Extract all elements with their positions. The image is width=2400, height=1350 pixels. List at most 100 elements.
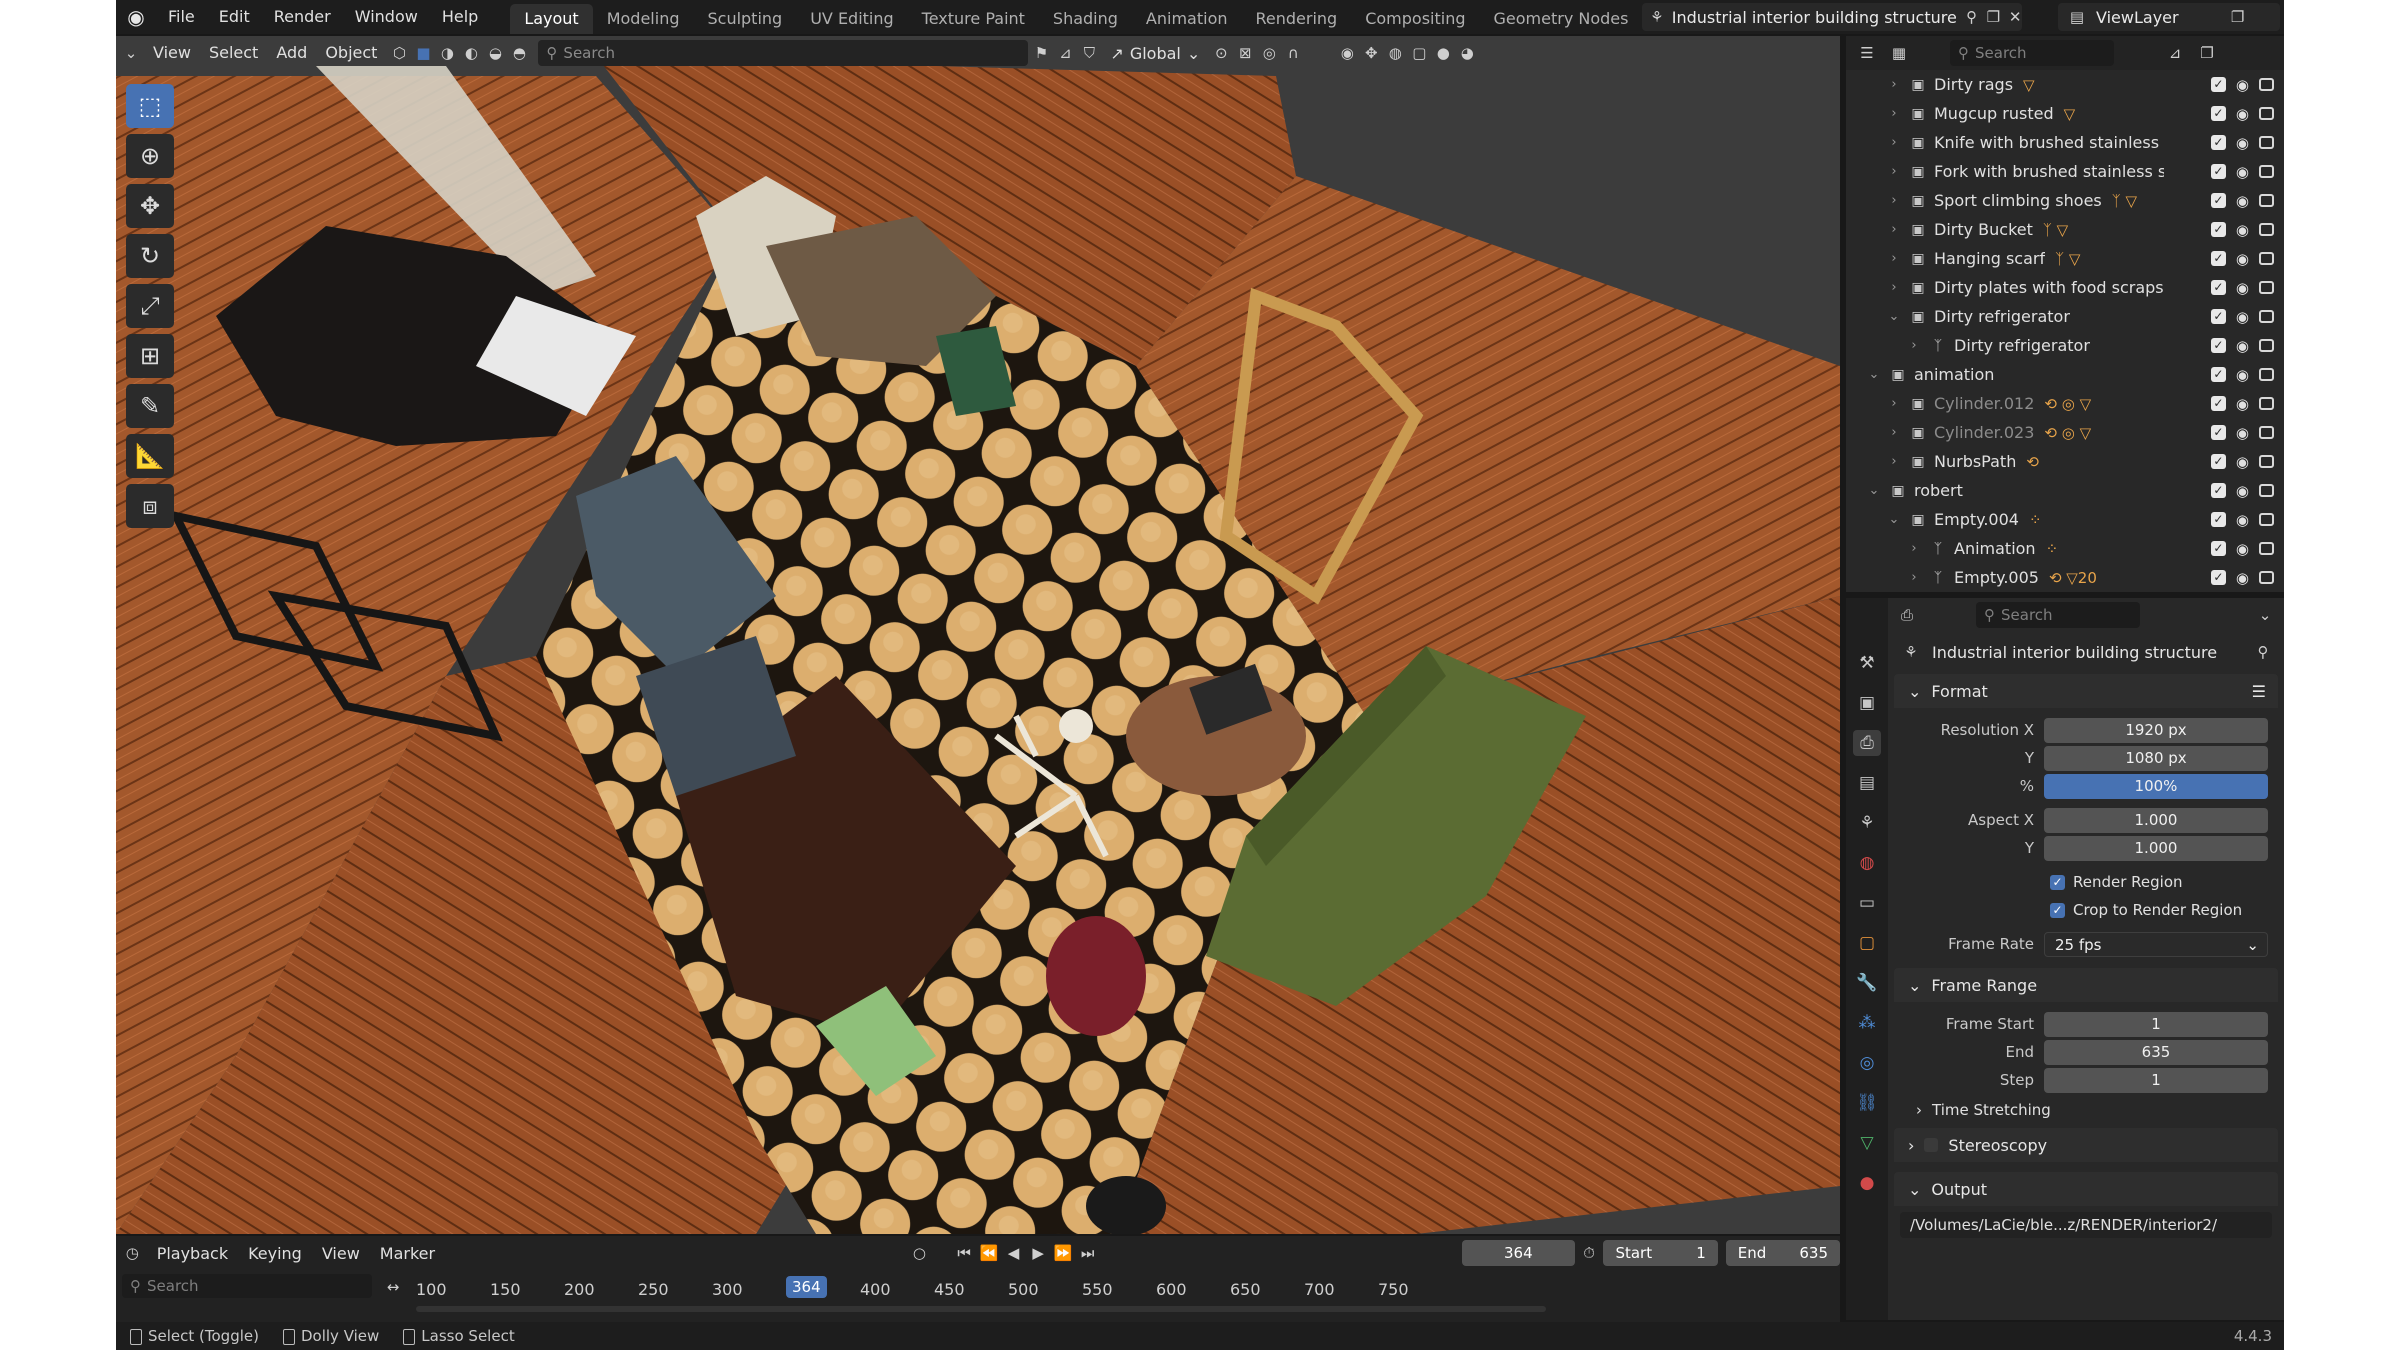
exclude-checkbox[interactable]: ✓ [2210,541,2226,556]
aspect-x-field[interactable]: 1.000 [2044,807,2268,833]
transform-tool-icon[interactable]: ⊞ [126,334,174,378]
camera-icon[interactable] [2259,368,2274,381]
timeline-menu-keying[interactable]: Keying [238,1244,312,1263]
chevron-down-icon[interactable]: ⌄ [1866,483,1882,498]
output-tab-icon[interactable]: ⎙ [1853,730,1881,756]
select-box-icon[interactable]: ■ [412,42,434,64]
3d-viewport[interactable]: ⌄ View Select Add Object ⬡ ■ ◑ ◐ ◒ ◓ ⚲ Sear… [116,36,1840,1234]
exclude-checkbox[interactable]: ✓ [2210,425,2226,440]
eye-icon[interactable]: ◉ [2236,540,2249,558]
stopwatch-icon[interactable]: ⏱ [1579,1242,1600,1264]
exclude-checkbox[interactable]: ✓ [2210,164,2226,179]
properties-editor-icon[interactable]: ⎙ [1896,604,1918,626]
end-frame-field[interactable]: End 635 [1725,1240,1841,1266]
visibility-icon[interactable]: ◉ [1336,42,1358,64]
chevron-right-icon[interactable]: › [1886,222,1902,237]
menu-render[interactable]: Render [262,0,343,34]
tab-modeling[interactable]: Modeling [593,4,694,34]
jump-start-icon[interactable]: ⏮ [954,1242,975,1264]
tab-animation[interactable]: Animation [1132,4,1242,34]
select-box-tool-icon[interactable]: ⬚ [126,84,174,128]
transform-orientation[interactable]: ↗ Global ⌄ [1102,44,1208,63]
camera-icon[interactable] [2259,281,2274,294]
falloff-icon[interactable]: ∩ [1282,42,1304,64]
menu-file[interactable]: File [156,0,207,34]
outliner-row[interactable]: ⌄ ▣ Empty.004 ⁘ ✓ ◉ [1846,505,2284,534]
outliner-editor-icon[interactable]: ☰ [1856,42,1878,64]
camera-icon[interactable] [2259,78,2274,91]
measure-tool-icon[interactable]: 📐 [126,434,174,478]
world-tab-icon[interactable]: ◍ [1853,850,1881,876]
horizontal-arrows-icon[interactable]: ↔ [382,1276,404,1298]
current-frame-field[interactable]: 364 [1461,1240,1575,1266]
outliner-row[interactable]: › ▣ Knife with brushed stainless st ✓ ◉ [1846,128,2284,157]
scene-selector[interactable]: ⚘ Industrial interior building structure… [1642,3,2022,31]
tab-layout[interactable]: Layout [510,4,593,34]
timeline-editor-icon[interactable]: ◷ [122,1242,143,1264]
outliner-row[interactable]: › ▣ Fork with brushed stainless ste ✓ ◉ [1846,157,2284,186]
display-mode-icon[interactable]: ▦ [1888,42,1910,64]
eye-icon[interactable]: ◉ [2236,134,2249,152]
outliner-row[interactable]: › ▣ Mugcup rusted ▽ ✓ ◉ [1846,99,2284,128]
frame-step-field[interactable]: 1 [2044,1067,2268,1093]
stereoscopy-panel-header[interactable]: › Stereoscopy [1894,1128,2278,1162]
gizmo-icon[interactable]: ✥ [1360,42,1382,64]
outliner-row[interactable]: ⌄ ▣ animation ✓ ◉ [1846,360,2284,389]
select-intersect-icon[interactable]: ◓ [508,42,530,64]
chevron-right-icon[interactable]: › [1886,396,1902,411]
tab-rendering[interactable]: Rendering [1242,4,1352,34]
camera-icon[interactable] [2259,542,2274,555]
frame-range-panel-header[interactable]: ⌄ Frame Range [1894,968,2278,1002]
timeline-menu-marker[interactable]: Marker [370,1244,445,1263]
time-stretching-subpanel[interactable]: › Time Stretching [1888,1094,2284,1126]
data-tab-icon[interactable]: ▽ [1853,1130,1881,1156]
copy-scene-icon[interactable]: ❐ [1987,6,2001,28]
constraints-tab-icon[interactable]: ⛓ [1853,1090,1881,1116]
output-panel-header[interactable]: ⌄ Output [1894,1172,2278,1206]
chevron-right-icon[interactable]: › [1886,77,1902,92]
exclude-checkbox[interactable]: ✓ [2210,309,2226,324]
mode-select-icon[interactable]: ⬡ [388,42,410,64]
menu-edit[interactable]: Edit [207,0,262,34]
tab-sculpting[interactable]: Sculpting [693,4,796,34]
exclude-checkbox[interactable]: ✓ [2210,251,2226,266]
chevron-right-icon[interactable]: › [1886,193,1902,208]
view-layer-tab-icon[interactable]: ▤ [1853,770,1881,796]
exclude-checkbox[interactable]: ✓ [2210,454,2226,469]
camera-icon[interactable] [2259,513,2274,526]
bookmark-icon[interactable]: ⚑ [1030,42,1052,64]
camera-icon[interactable] [2259,310,2274,323]
eye-icon[interactable]: ◉ [2236,279,2249,297]
outliner-row[interactable]: ⌄ ▣ robert ✓ ◉ [1846,476,2284,505]
outliner-row[interactable]: › ▣ Dirty Bucket ᛉ ▽ ✓ ◉ [1846,215,2284,244]
frame-rate-select[interactable]: 25 fps ⌄ [2044,931,2268,957]
chevron-down-icon[interactable]: ⌄ [1886,512,1902,527]
resolution-x-field[interactable]: 1920 px [2044,717,2268,743]
output-path-field[interactable]: /Volumes/LaCie/ble...z/RENDER/interior2/ [1900,1212,2272,1238]
next-keyframe-icon[interactable]: ⏩ [1053,1242,1074,1264]
filter-icon[interactable]: ⊿ [2164,42,2186,64]
camera-icon[interactable] [2259,455,2274,468]
exclude-checkbox[interactable]: ✓ [2210,483,2226,498]
viewport-search[interactable]: ⚲ Search [538,40,1029,66]
collection-tab-icon[interactable]: ▭ [1853,890,1881,916]
frame-end-field[interactable]: 635 [2044,1039,2268,1065]
exclude-checkbox[interactable]: ✓ [2210,396,2226,411]
snap-icon[interactable]: ⊠ [1234,42,1256,64]
chevron-right-icon[interactable]: › [1906,541,1922,556]
chevron-right-icon[interactable]: › [1886,106,1902,121]
outliner-row[interactable]: › ᛉ Dirty refrigerator ✓ ◉ [1846,331,2284,360]
format-panel-header[interactable]: ⌄ Format ☰ [1894,674,2278,708]
tool-tab-icon[interactable]: ⚒ [1853,650,1881,676]
outliner-row[interactable]: › ▣ Cylinder.012 ⟲ ◎ ▽ ✓ ◉ [1846,389,2284,418]
exclude-checkbox[interactable]: ✓ [2210,367,2226,382]
resolution-y-field[interactable]: 1080 px [2044,745,2268,771]
modifier-tab-icon[interactable]: 🔧 [1853,970,1881,996]
menu-window[interactable]: Window [343,0,430,34]
chevron-right-icon[interactable]: › [1886,454,1902,469]
xray-icon[interactable]: ▢ [1408,42,1430,64]
camera-icon[interactable] [2259,107,2274,120]
annotate-tool-icon[interactable]: ✎ [126,384,174,428]
outliner-row[interactable]: › ᛉ Animation ⁘ ✓ ◉ [1846,534,2284,563]
blender-logo-icon[interactable]: ◉ [116,0,156,34]
